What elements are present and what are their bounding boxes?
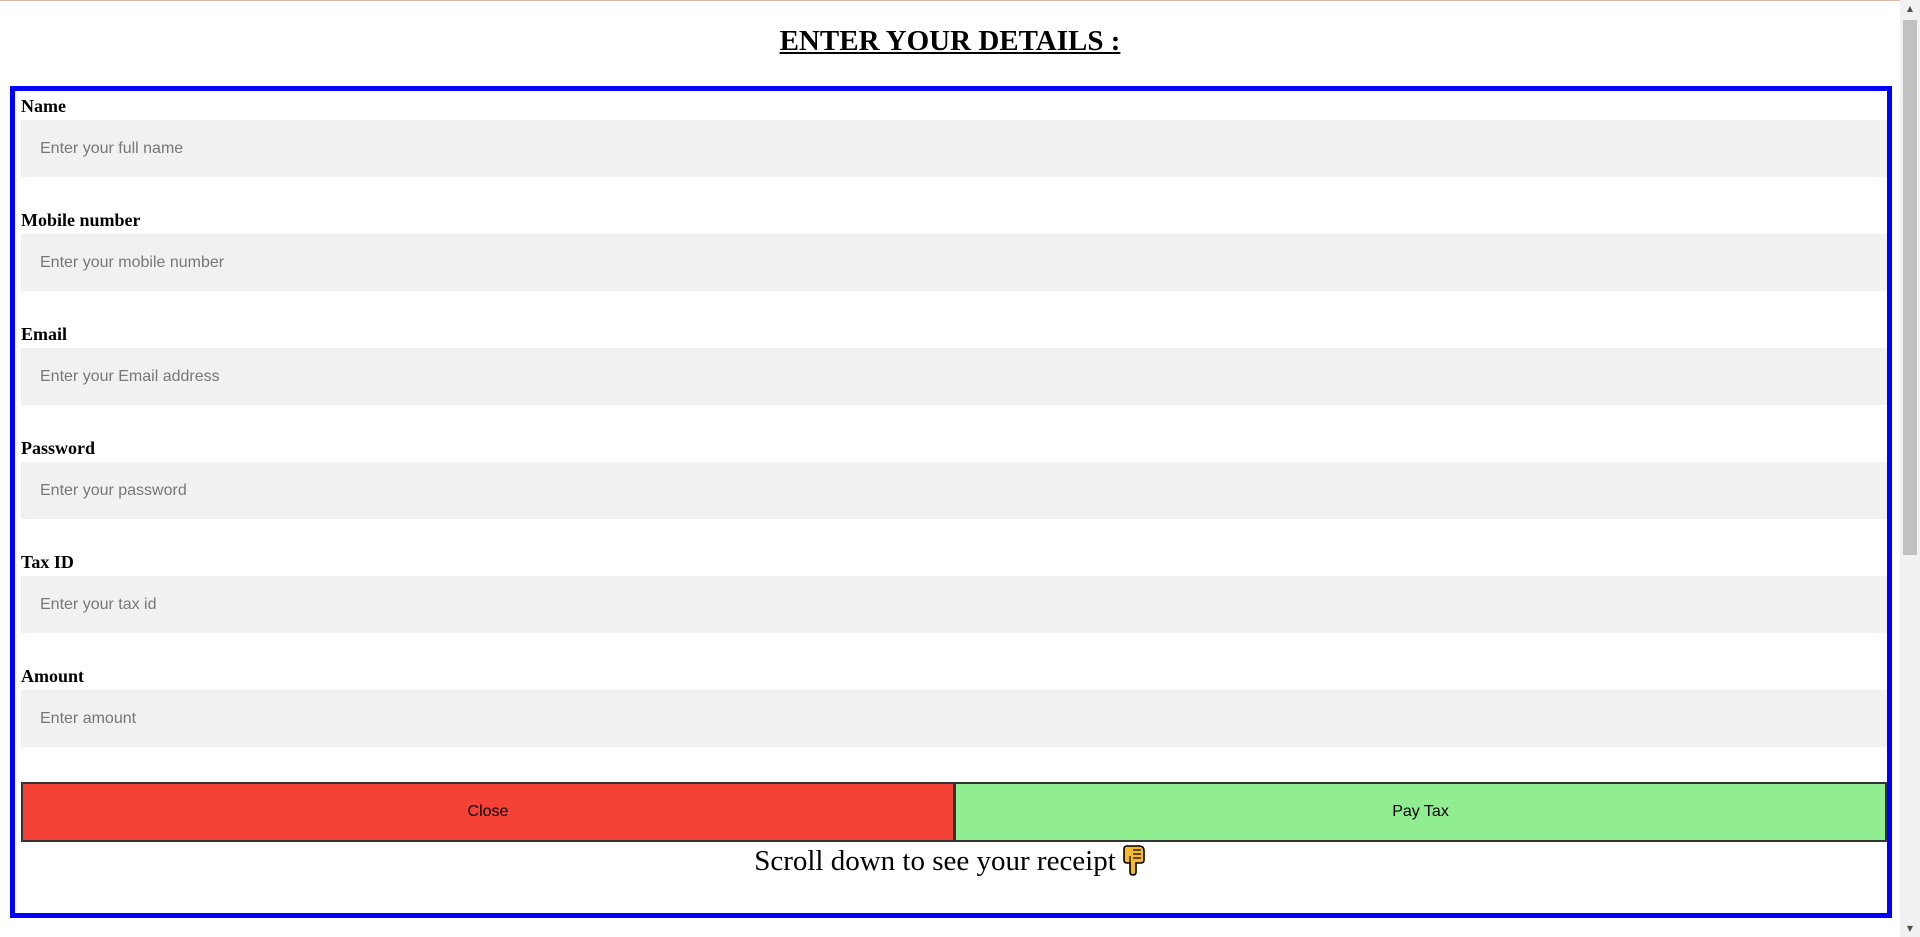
email-label: Email: [21, 324, 68, 344]
email-input[interactable]: [21, 348, 1887, 405]
name-label: Name: [21, 96, 66, 116]
scroll-up-arrow-icon[interactable]: ▲: [1900, 0, 1920, 17]
password-input[interactable]: [21, 462, 1887, 519]
scroll-note: Scroll down to see your receipt: [15, 844, 1887, 884]
pointing-down-hand-icon: [1122, 844, 1148, 884]
amount-label: Amount: [21, 666, 85, 686]
scroll-down-arrow-icon[interactable]: ▼: [1900, 920, 1920, 937]
scroll-note-text: Scroll down to see your receipt: [754, 845, 1116, 877]
details-form: Name Mobile number Email Password Tax ID…: [10, 86, 1892, 918]
page: ENTER YOUR DETAILS : Name Mobile number …: [0, 1, 1900, 937]
tax-id-input[interactable]: [21, 576, 1887, 633]
amount-input[interactable]: [21, 690, 1887, 747]
page-title: ENTER YOUR DETAILS :: [779, 25, 1121, 57]
pay-tax-button[interactable]: Pay Tax: [954, 782, 1887, 842]
mobile-number-label: Mobile number: [21, 210, 141, 230]
mobile-number-input[interactable]: [21, 234, 1887, 291]
name-input[interactable]: [21, 120, 1887, 177]
scrollbar-thumb[interactable]: [1903, 20, 1917, 555]
password-label: Password: [21, 438, 96, 458]
tax-id-label: Tax ID: [21, 552, 74, 572]
vertical-scrollbar[interactable]: ▲ ▼: [1900, 0, 1920, 937]
close-button[interactable]: Close: [21, 782, 955, 842]
